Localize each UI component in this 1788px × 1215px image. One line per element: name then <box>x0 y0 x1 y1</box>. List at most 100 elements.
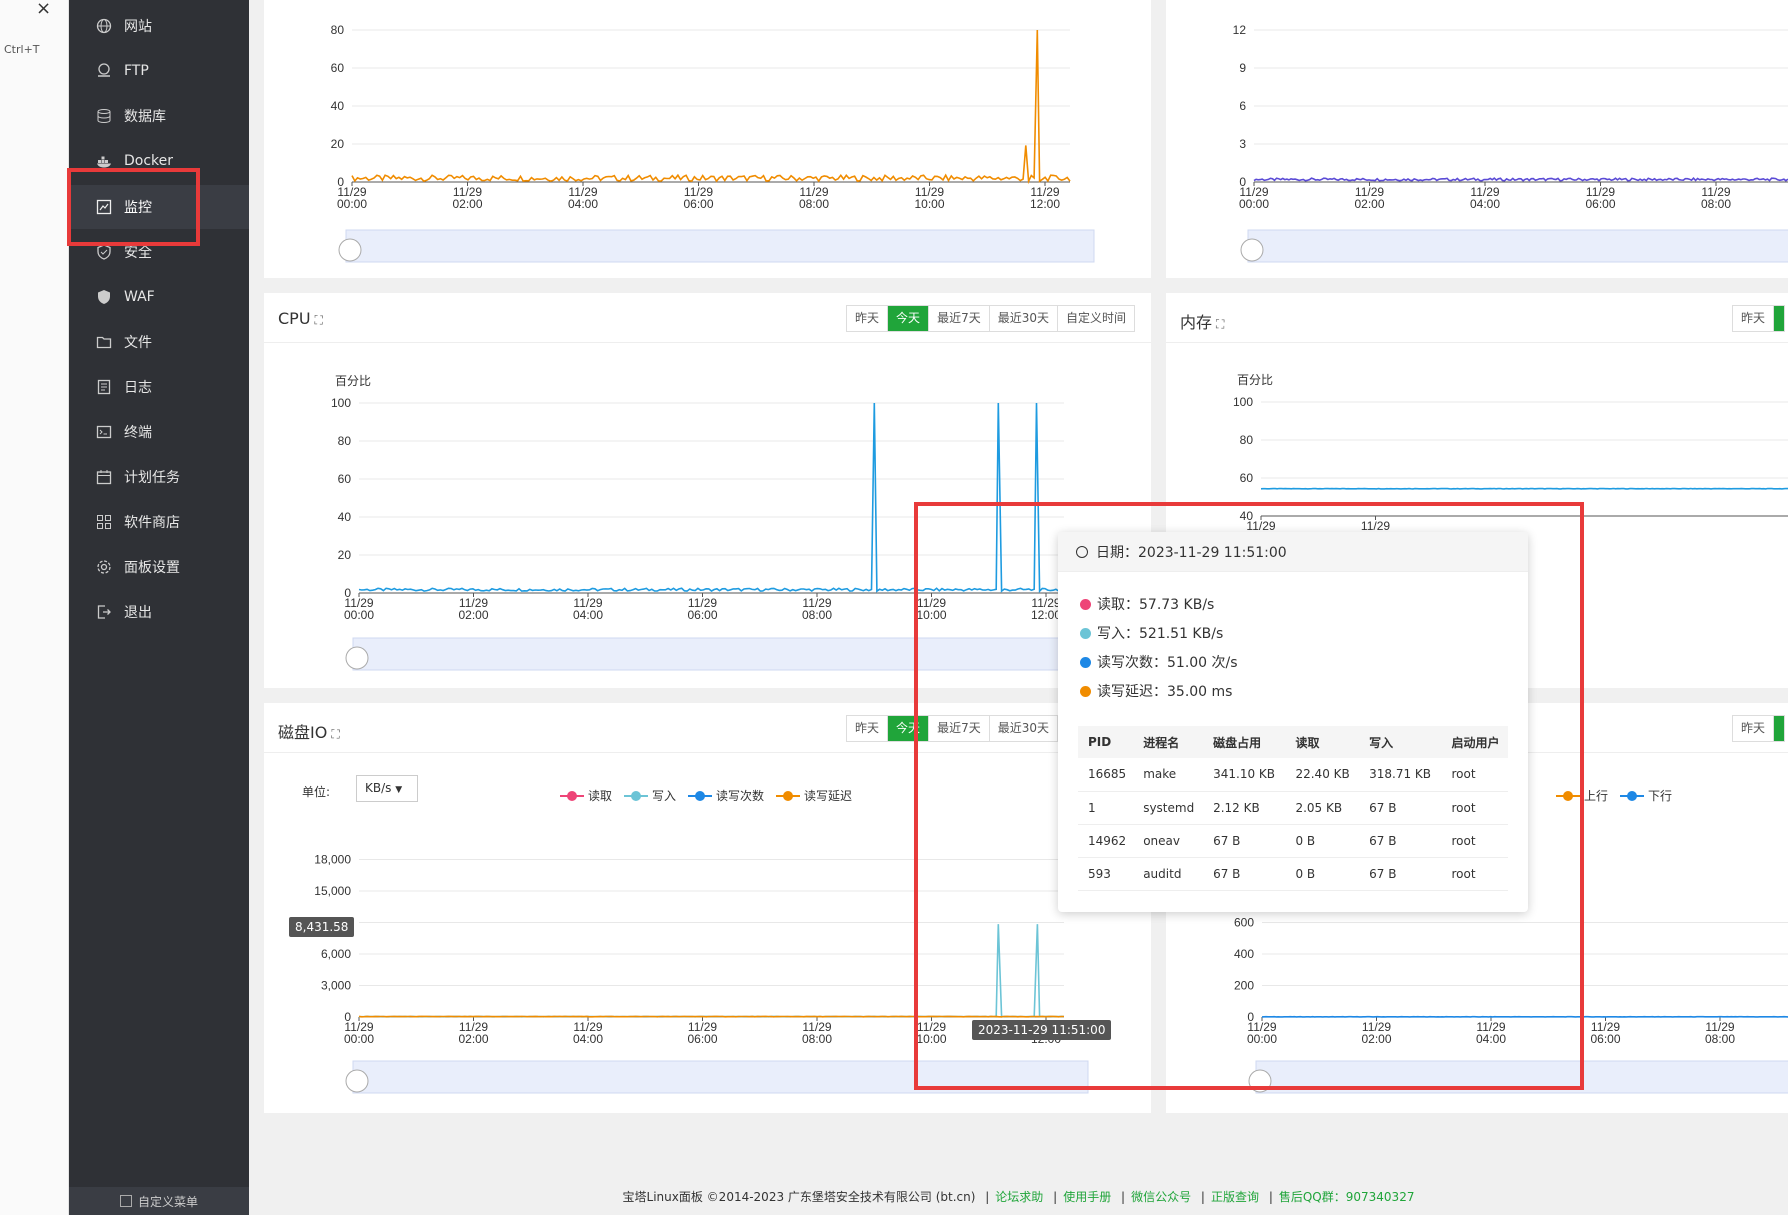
x-tick-label: 08:00 <box>1701 197 1731 211</box>
sidebar-item-label: 文件 <box>124 335 152 351</box>
sidebar-item-label: 终端 <box>124 425 152 441</box>
y-tick-label: 18,000 <box>314 853 351 867</box>
gear-icon <box>96 559 112 575</box>
x-tick-label: 06:00 <box>1585 197 1615 211</box>
y-tick-label: 80 <box>1240 433 1254 447</box>
x-tick-label: 04:00 <box>573 608 603 622</box>
footer-link-license[interactable]: 正版查询 <box>1211 1190 1259 1204</box>
x-tick-label: 02:00 <box>1354 197 1384 211</box>
x-tick-label: 08:00 <box>799 197 829 211</box>
y-tick-label: 6 <box>1239 99 1246 113</box>
y-tick-label: 3 <box>1239 137 1246 151</box>
sidebar-item-label: Docker <box>124 153 174 169</box>
menu-grid-icon <box>119 1195 132 1207</box>
x-tick-label: 06:00 <box>683 197 713 211</box>
top-right-chart-panel: 0 3 6 9 12 11/29 00:00 11/29 02:00 11/29 04:00 11/2… <box>1166 0 1788 278</box>
x-tick-label: 04:00 <box>1470 197 1500 211</box>
series-line <box>1253 177 1788 182</box>
sidebar-item-label: 退出 <box>124 605 152 621</box>
x-tick-label: 06:00 <box>687 1032 717 1046</box>
zoom-handle <box>338 238 362 262</box>
globe-icon <box>96 18 112 34</box>
y-tick-label: 12 <box>1233 23 1247 37</box>
y-tick-label: 80 <box>331 23 345 37</box>
sidebar-item-waf[interactable]: WAF <box>69 275 249 319</box>
zoom-handle <box>345 1069 369 1093</box>
y-tick-label: 60 <box>1240 471 1254 485</box>
sidebar-item-settings[interactable]: 面板设置 <box>69 545 249 589</box>
sidebar-item-label: 计划任务 <box>124 470 180 486</box>
highlight-box-sidebar <box>67 168 200 246</box>
y-tick-label: 60 <box>331 61 345 75</box>
folder-icon <box>96 334 112 350</box>
sidebar-item-label: 软件商店 <box>124 515 180 531</box>
x-tick-label: 00:00 <box>344 608 374 622</box>
x-tick-label: 06:00 <box>1590 1032 1620 1046</box>
sidebar-item-terminal[interactable]: 终端 <box>69 410 249 454</box>
sidebar-item-label: 数据库 <box>124 109 166 125</box>
zoom-handle <box>1240 238 1264 262</box>
footer-link-wechat[interactable]: 微信公众号 <box>1131 1190 1191 1204</box>
left-strip: × Ctrl+T <box>0 0 69 1215</box>
sidebar-item-cron[interactable]: 计划任务 <box>69 455 249 499</box>
sidebar-item-store[interactable]: 软件商店 <box>69 500 249 544</box>
sidebar-item-ftp[interactable]: FTP <box>69 49 249 93</box>
x-tick-label: 02:00 <box>458 608 488 622</box>
logout-icon <box>96 604 112 620</box>
crosshair-value-label: 8,431.58 <box>289 917 355 937</box>
footer-copyright: 宝塔Linux面板 ©2014-2023 广东堡塔安全技术有限公司 (bt.cn… <box>622 1190 976 1204</box>
highlight-box-tooltip <box>914 502 1584 1090</box>
y-tick-label: 6,000 <box>321 947 351 961</box>
y-tick-label: 40 <box>338 510 352 524</box>
shortcut-hint: Ctrl+T <box>4 43 40 56</box>
waf-icon <box>96 289 112 305</box>
top-right-chart: 03691211/2900:0011/2902:0011/2904:0011/2… <box>1233 23 1788 263</box>
footer-link-manual[interactable]: 使用手册 <box>1063 1190 1111 1204</box>
sidebar-item-logout[interactable]: 退出 <box>69 590 249 634</box>
zoom-handle <box>345 646 369 670</box>
shield-icon <box>96 244 112 260</box>
x-tick-label: 04:00 <box>568 197 598 211</box>
x-tick-label: 10:00 <box>914 197 944 211</box>
x-tick-label: 02:00 <box>458 1032 488 1046</box>
y-tick-label: 100 <box>331 396 351 410</box>
x-tick-label: 08:00 <box>1705 1032 1735 1046</box>
database-icon <box>96 108 112 124</box>
y-tick-label: 15,000 <box>314 884 351 898</box>
footer-link-forum[interactable]: 论坛求助 <box>995 1190 1043 1204</box>
store-icon <box>96 514 112 530</box>
y-tick-label: 60 <box>338 472 352 486</box>
sidebar-item-label: 日志 <box>124 380 152 396</box>
x-tick-label: 04:00 <box>573 1032 603 1046</box>
log-icon <box>96 379 112 395</box>
top-left-chart: 02040608011/2900:0011/2902:0011/2904:001… <box>331 23 1095 263</box>
sidebar-item-files[interactable]: 文件 <box>69 320 249 364</box>
y-tick-label: 80 <box>338 434 352 448</box>
sidebar-item-label: 网站 <box>124 19 152 35</box>
sidebar-item-logs[interactable]: 日志 <box>69 365 249 409</box>
sidebar-item-website[interactable]: 网站 <box>69 4 249 48</box>
x-tick-label: 00:00 <box>337 197 367 211</box>
sidebar-item-label: FTP <box>124 63 149 79</box>
docker-icon <box>96 153 112 169</box>
y-tick-label: 20 <box>331 137 345 151</box>
x-tick-label: 00:00 <box>1239 197 1269 211</box>
top-left-chart-panel: 0 20 40 60 80 11/29 00:00 11/29 02:00 11/29 04:00 1… <box>264 0 1151 278</box>
y-axis-label: 百分比 <box>335 374 371 388</box>
calendar-icon <box>96 469 112 485</box>
sidebar-item-label: WAF <box>124 289 155 305</box>
y-axis-label: 百分比 <box>1237 373 1273 387</box>
custom-menu-button[interactable]: 自定义菜单 <box>69 1187 249 1215</box>
footer: 宝塔Linux面板 ©2014-2023 广东堡塔安全技术有限公司 (bt.cn… <box>249 1180 1788 1215</box>
zoom-slider <box>1247 229 1788 263</box>
terminal-icon <box>96 424 112 440</box>
x-tick-label: 02:00 <box>452 197 482 211</box>
x-tick-label: 08:00 <box>802 608 832 622</box>
close-icon[interactable]: × <box>36 0 51 19</box>
x-tick-label: 00:00 <box>344 1032 374 1046</box>
footer-link-qq[interactable]: 售后QQ群：907340327 <box>1279 1190 1415 1204</box>
sidebar-item-database[interactable]: 数据库 <box>69 94 249 138</box>
x-tick-label: 06:00 <box>687 608 717 622</box>
x-tick-label: 12:00 <box>1030 197 1060 211</box>
zoom-slider <box>345 229 1095 263</box>
